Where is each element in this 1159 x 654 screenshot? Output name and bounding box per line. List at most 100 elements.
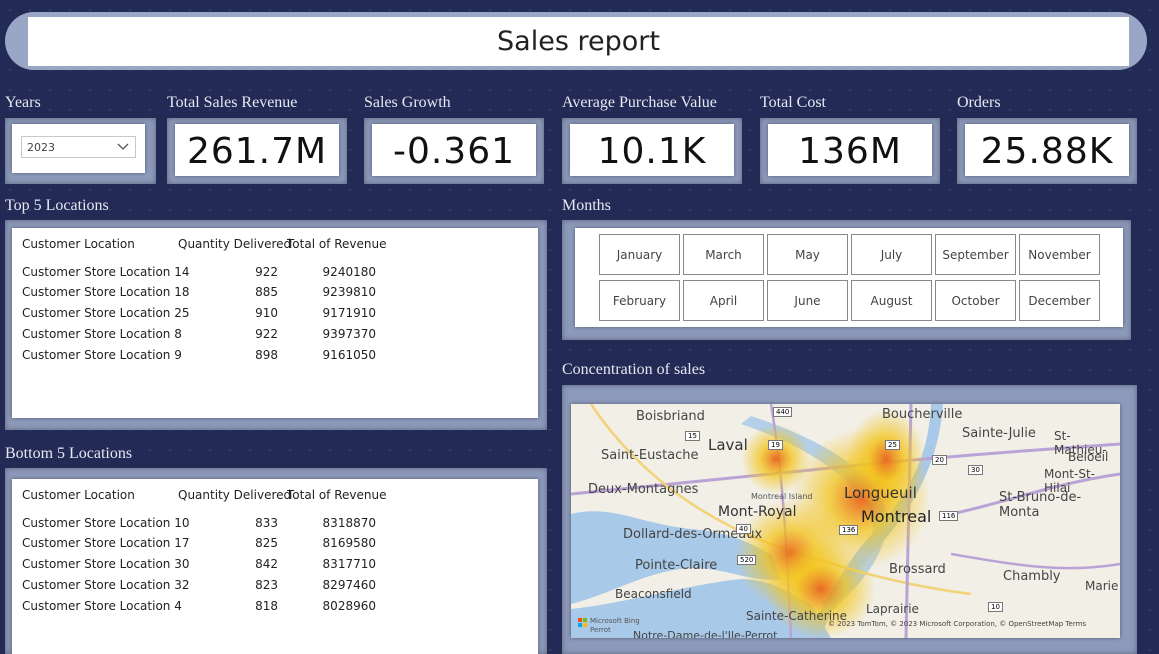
highway-shield-icon: 116 <box>939 511 959 521</box>
kpi-label-avg-purchase: Average Purchase Value <box>562 94 717 111</box>
table-row-revenue: 8028960 <box>322 599 376 613</box>
months-title: Months <box>562 197 611 214</box>
map-label: Montreal Island <box>751 492 813 501</box>
month-button-july[interactable]: July <box>851 234 932 275</box>
years-label: Years <box>5 94 41 111</box>
col-header-quantity[interactable]: Quantity Delivered <box>178 237 291 251</box>
chevron-down-icon <box>117 143 129 150</box>
microsoft-logo-icon <box>578 618 587 627</box>
map-brand-sub: Perrot <box>590 626 611 634</box>
table-row-location: Customer Store Location 8 <box>22 327 182 341</box>
month-button-september[interactable]: September <box>935 234 1016 275</box>
bottom5-table: Customer Location Quantity Delivered Tot… <box>12 479 538 654</box>
table-row-revenue: 8297460 <box>322 578 376 592</box>
highway-shield-icon: 440 <box>773 407 793 417</box>
highway-shield-icon: 10 <box>988 602 1003 612</box>
top5-table: Customer Location Quantity Delivered Tot… <box>12 228 538 418</box>
table-row-revenue: 9397370 <box>322 327 376 341</box>
kpi-label-total-cost: Total Cost <box>760 94 826 111</box>
kpi-value-orders: 25.88K <box>965 124 1129 176</box>
map-label: Notre-Dame-de-l'Ile-Perrot <box>633 629 778 638</box>
table-row-quantity: 910 <box>255 306 278 320</box>
table-row-revenue: 9171910 <box>322 306 376 320</box>
kpi-value-avg-purchase: 10.1K <box>570 124 734 176</box>
table-row-location: Customer Store Location 9 <box>22 348 182 362</box>
years-slicer: 2023 <box>12 124 145 173</box>
table-row-location: Customer Store Location 10 <box>22 516 190 530</box>
year-dropdown[interactable]: 2023 <box>21 136 136 158</box>
kpi-value-growth: -0.361 <box>372 124 536 176</box>
highway-shield-icon: 30 <box>968 465 983 475</box>
highway-shield-icon: 520 <box>737 555 757 565</box>
map-attribution[interactable]: © 2023 TomTom, © 2023 Microsoft Corporat… <box>828 620 1086 628</box>
map-label: Laprairie <box>866 602 919 616</box>
months-slicer: January March May July September Novembe… <box>575 228 1123 327</box>
col-header-quantity[interactable]: Quantity Delivered <box>178 488 291 502</box>
map-label: Brossard <box>889 562 946 577</box>
month-button-january[interactable]: January <box>599 234 680 275</box>
month-button-march[interactable]: March <box>683 234 764 275</box>
heat-blob <box>741 424 811 494</box>
map-label: Boisbriand <box>636 409 705 424</box>
map-label: Chambly <box>1003 569 1061 584</box>
month-button-december[interactable]: December <box>1019 280 1100 321</box>
map-canvas[interactable] <box>571 404 1120 638</box>
table-row-quantity: 898 <box>255 348 278 362</box>
highway-shield-icon: 20 <box>932 455 947 465</box>
map-label: Beaconsfield <box>615 587 692 601</box>
map-title: Concentration of sales <box>562 361 706 378</box>
map-label: St-Bruno-de-Monta <box>999 490 1082 520</box>
table-row-revenue: 8318870 <box>322 516 376 530</box>
map-label: Marie <box>1085 579 1119 593</box>
table-row-quantity: 818 <box>255 599 278 613</box>
bottom5-title: Bottom 5 Locations <box>5 445 133 462</box>
map-label: Mont-Royal <box>718 504 797 520</box>
map-label: Laval <box>708 436 748 454</box>
map-label: Sainte-Julie <box>962 426 1036 441</box>
month-button-november[interactable]: November <box>1019 234 1100 275</box>
highway-shield-icon: 25 <box>885 440 900 450</box>
table-row-revenue: 8317710 <box>322 557 376 571</box>
kpi-label-revenue: Total Sales Revenue <box>167 94 298 111</box>
highway-road <box>950 552 1120 570</box>
kpi-label-orders: Orders <box>957 94 1001 111</box>
highway-shield-icon: 15 <box>685 431 700 441</box>
kpi-value-total-cost: 136M <box>768 124 932 176</box>
highway-shield-icon: 19 <box>768 440 783 450</box>
table-row-quantity: 922 <box>255 265 278 279</box>
table-row-quantity: 833 <box>255 516 278 530</box>
table-row-quantity: 885 <box>255 285 278 299</box>
table-row-location: Customer Store Location 25 <box>22 306 190 320</box>
table-row-revenue: 9239810 <box>322 285 376 299</box>
month-button-august[interactable]: August <box>851 280 932 321</box>
table-row-location: Customer Store Location 4 <box>22 599 182 613</box>
map-label: Montreal <box>861 507 932 526</box>
page-title: Sales report <box>28 17 1129 66</box>
year-dropdown-value: 2023 <box>27 141 55 154</box>
map-label: Deux-Montagnes <box>588 482 699 497</box>
table-row-location: Customer Store Location 32 <box>22 578 190 592</box>
month-button-april[interactable]: April <box>683 280 764 321</box>
month-button-february[interactable]: February <box>599 280 680 321</box>
map-label: Pointe-Claire <box>635 558 718 573</box>
sales-heat-map[interactable]: Boisbriand Boucherville Laval Sainte-Jul… <box>571 404 1120 638</box>
col-header-location[interactable]: Customer Location <box>22 488 135 502</box>
map-brand: Microsoft Bing <box>590 617 640 625</box>
month-button-october[interactable]: October <box>935 280 1016 321</box>
map-label: Boucherville <box>882 407 963 422</box>
table-row-revenue: 8169580 <box>322 536 376 550</box>
table-row-location: Customer Store Location 14 <box>22 265 190 279</box>
month-button-may[interactable]: May <box>767 234 848 275</box>
map-label: Saint-Eustache <box>601 448 699 463</box>
col-header-revenue[interactable]: Total of Revenue <box>287 237 386 251</box>
table-row-quantity: 842 <box>255 557 278 571</box>
table-row-quantity: 825 <box>255 536 278 550</box>
col-header-revenue[interactable]: Total of Revenue <box>287 488 386 502</box>
col-header-location[interactable]: Customer Location <box>22 237 135 251</box>
highway-shield-icon: 40 <box>736 524 751 534</box>
table-row-location: Customer Store Location 18 <box>22 285 190 299</box>
kpi-label-growth: Sales Growth <box>364 94 451 111</box>
table-row-quantity: 922 <box>255 327 278 341</box>
map-label: Longueuil <box>844 484 917 502</box>
month-button-june[interactable]: June <box>767 280 848 321</box>
